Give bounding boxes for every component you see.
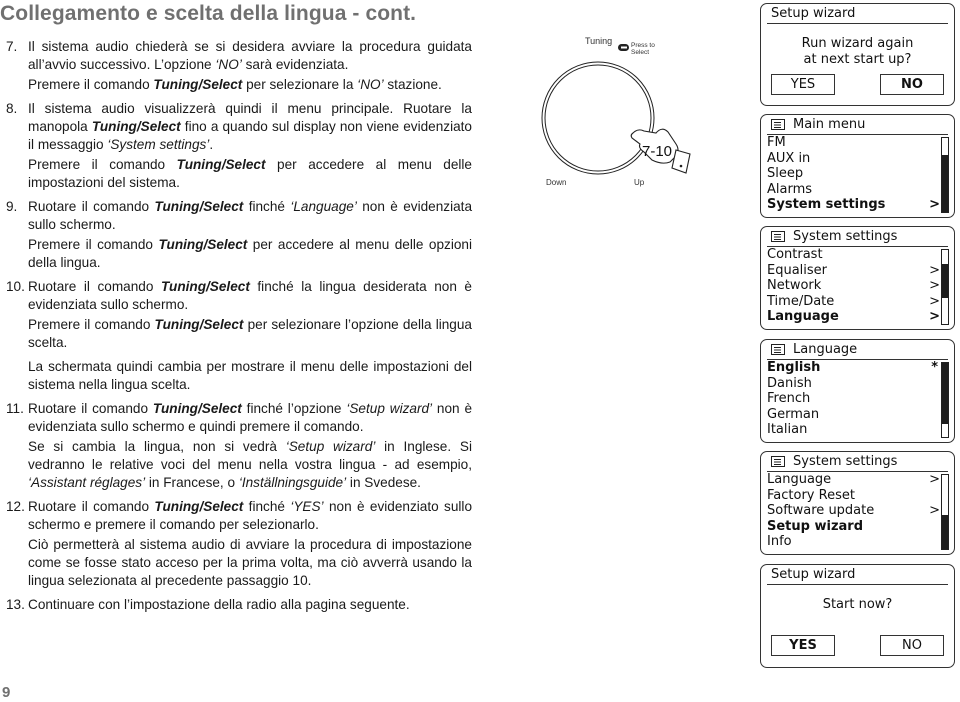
step-paragraph: Ciò permetterà al sistema audio di avvia…: [28, 537, 472, 588]
menu-item-selected[interactable]: Language >: [761, 309, 954, 325]
menu-icon: [771, 231, 785, 242]
step-11: 11. Ruotare il comando Tuning/Select fin…: [6, 400, 472, 492]
page-title: Collegamento e scelta della lingua - con…: [0, 2, 417, 25]
lcd-header: Setup wizard: [767, 4, 948, 24]
step-paragraph: Se si cambia la lingua, non si vedrà ‘Se…: [28, 439, 473, 490]
step-number: 13.: [6, 597, 25, 612]
menu-item[interactable]: AUX in: [761, 151, 954, 167]
lcd-header: System settings: [767, 227, 948, 247]
menu-icon: [771, 456, 785, 467]
lcd-system-settings: System settings Contrast Equaliser > Netw…: [760, 226, 955, 330]
menu-item[interactable]: Info: [761, 534, 954, 550]
lcd-main-menu: Main menu FM AUX in Sleep Alarms System …: [760, 114, 955, 218]
menu-item[interactable]: Alarms: [761, 182, 954, 198]
lcd-header: Language: [767, 340, 948, 360]
tuning-label: Tuning: [585, 36, 613, 46]
step-paragraph: Continuare con l’impostazione della radi…: [28, 597, 410, 612]
step-paragraph: La schermata quindi cambia per mostrare …: [28, 359, 472, 392]
step-number: 10.: [6, 279, 25, 294]
menu-item[interactable]: Contrast: [761, 247, 954, 263]
menu-item[interactable]: Italian: [761, 422, 954, 438]
step-paragraph: Ruotare il comando Tuning/Select finché …: [28, 279, 472, 312]
press-to-select-label: Press to Select: [631, 42, 655, 56]
menu-item-selected[interactable]: System settings >: [761, 197, 954, 213]
menu-item[interactable]: FM: [761, 135, 954, 151]
step-number: 11.: [6, 401, 24, 416]
lcd-header: Setup wizard: [767, 565, 948, 585]
lcd-title: Main menu: [793, 116, 866, 132]
step-12: 12. Ruotare il comando Tuning/Select fin…: [6, 498, 472, 590]
menu-item-selected[interactable]: Setup wizard: [761, 519, 954, 535]
current-language-marker: *: [931, 360, 938, 375]
step-paragraph: Premere il comando Tuning/Select per sel…: [28, 317, 472, 350]
down-label: Down: [546, 178, 567, 187]
lcd-message: Start now?: [822, 597, 893, 612]
step-paragraph: Premere il comando Tuning/Select per sel…: [28, 77, 442, 92]
step-paragraph: Ruotare il comando Tuning/Select finché …: [28, 499, 473, 532]
menu-item[interactable]: Sleep: [761, 166, 954, 182]
step-number: 8.: [6, 101, 18, 116]
menu-item[interactable]: Language >: [761, 472, 954, 488]
step-number: 12.: [6, 499, 25, 514]
menu-item[interactable]: Equaliser >: [761, 263, 954, 279]
step-paragraph: Premere il comando Tuning/Select per acc…: [28, 237, 472, 270]
menu-item[interactable]: French: [761, 391, 954, 407]
lcd-setup-wizard-again: Setup wizard Run wizard again at next st…: [760, 3, 955, 106]
lcd-setup-wizard-start: Setup wizard Start now? YES NO: [760, 564, 955, 668]
tuning-knob-diagram: Tuning Press to Select Down Up 7-10: [530, 20, 730, 200]
step-13: 13. Continuare con l’impostazione della …: [6, 596, 472, 614]
yes-button[interactable]: YES: [771, 635, 835, 656]
step-10: 10. Ruotare il comando Tuning/Select fin…: [6, 278, 472, 394]
step-number: 7.: [6, 39, 18, 54]
lcd-message: Run wizard again at next start up?: [801, 36, 914, 67]
step-number: 9.: [6, 199, 18, 214]
tuning-knob-icon: [541, 44, 691, 175]
instruction-steps: 7. Il sistema audio chiederà se si desid…: [6, 38, 472, 620]
step-paragraph: Il sistema audio visualizzerà quindi il …: [28, 101, 472, 152]
menu-item[interactable]: Danish: [761, 376, 954, 392]
lcd-title: Language: [793, 341, 858, 357]
page-number: 9: [2, 684, 11, 701]
step-reference-label: 7-10: [642, 143, 673, 160]
step-7: 7. Il sistema audio chiederà se si desid…: [6, 38, 472, 94]
menu-item[interactable]: Software update >: [761, 503, 954, 519]
scrollbar[interactable]: [941, 249, 949, 325]
up-label: Up: [634, 178, 645, 187]
menu-item[interactable]: Factory Reset: [761, 488, 954, 504]
menu-item-selected[interactable]: English *: [761, 360, 954, 376]
menu-icon: [771, 119, 785, 130]
lcd-title: Setup wizard: [771, 566, 856, 582]
step-paragraph: Premere il comando Tuning/Select per acc…: [28, 157, 472, 190]
lcd-header: System settings: [767, 452, 948, 472]
lcd-header: Main menu: [767, 115, 948, 135]
lcd-title: Setup wizard: [771, 5, 856, 21]
lcd-language: Language English * Danish French German I…: [760, 339, 955, 443]
lcd-title: System settings: [793, 228, 898, 244]
step-paragraph: Ruotare il comando Tuning/Select finché …: [28, 401, 473, 434]
no-button[interactable]: NO: [880, 74, 944, 95]
scrollbar[interactable]: [941, 137, 949, 213]
lcd-system-settings-wizard: System settings Language > Factory Reset …: [760, 451, 955, 555]
menu-item[interactable]: Network >: [761, 278, 954, 294]
step-paragraph: Ruotare il comando Tuning/Select finché …: [28, 199, 472, 232]
menu-item[interactable]: German: [761, 407, 954, 423]
step-paragraph: Il sistema audio chiederà se si desidera…: [28, 39, 472, 72]
menu-icon: [771, 344, 785, 355]
scrollbar[interactable]: [941, 474, 949, 550]
scrollbar[interactable]: [941, 362, 949, 438]
step-9: 9. Ruotare il comando Tuning/Select finc…: [6, 198, 472, 272]
lcd-title: System settings: [793, 453, 898, 469]
step-8: 8. Il sistema audio visualizzerà quindi …: [6, 100, 472, 192]
menu-item[interactable]: Time/Date >: [761, 294, 954, 310]
yes-button[interactable]: YES: [771, 74, 835, 95]
no-button[interactable]: NO: [880, 635, 944, 656]
